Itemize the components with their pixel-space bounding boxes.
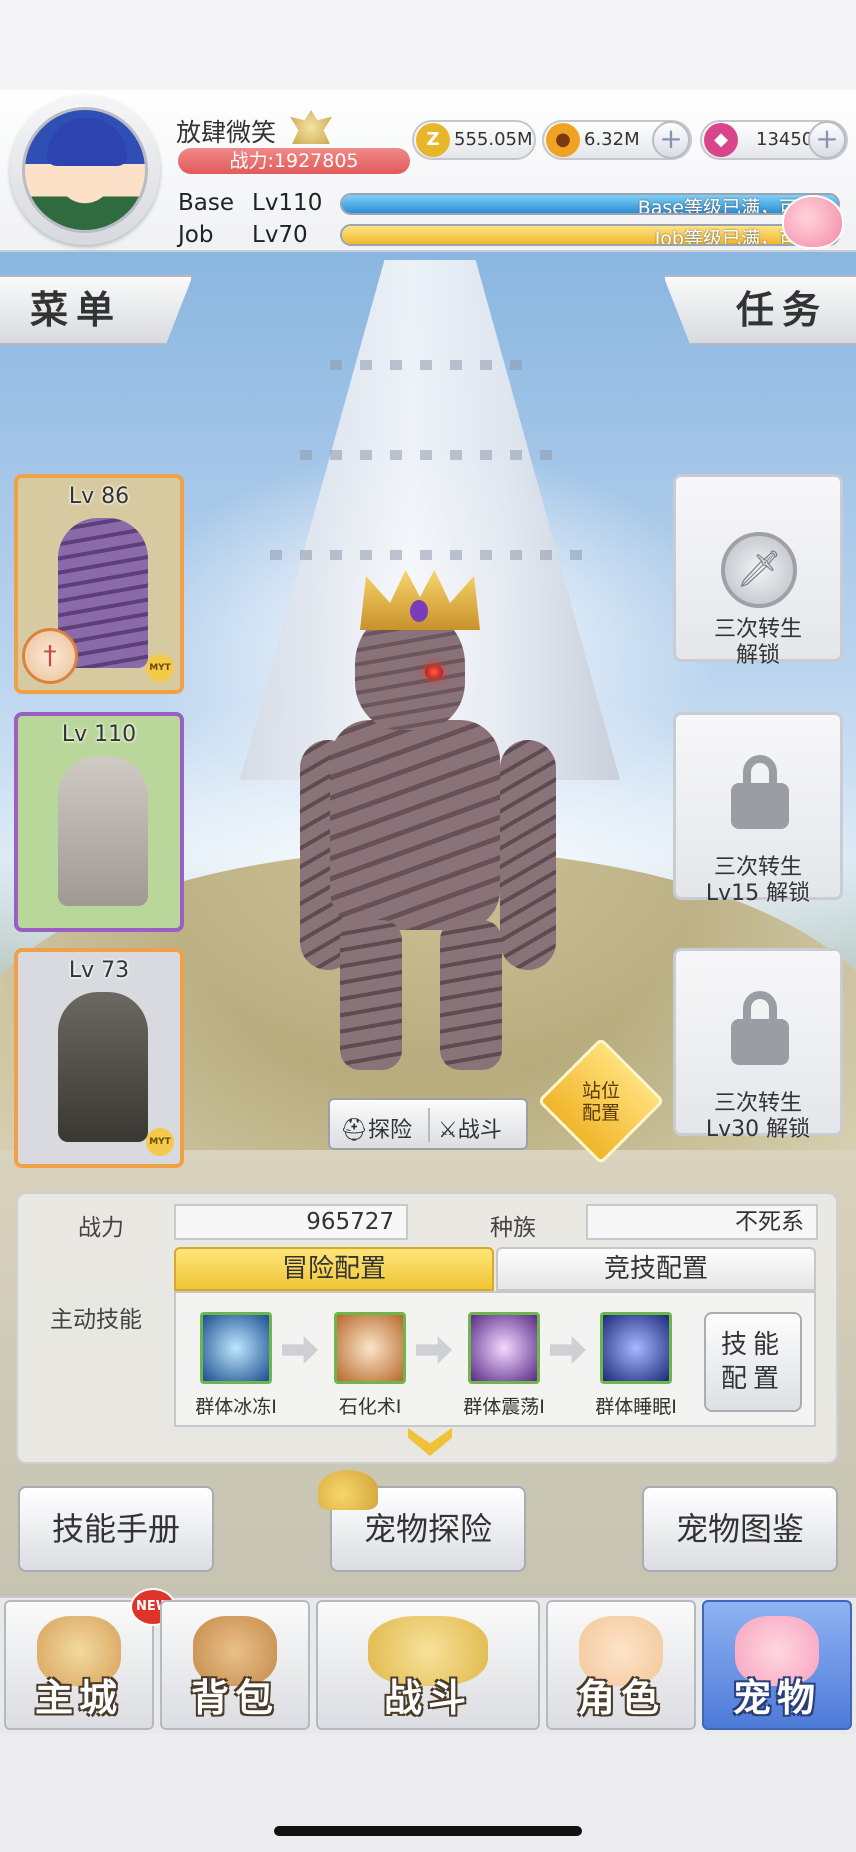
player-power: 战力:1927805: [178, 148, 410, 174]
pet-card-1[interactable]: Lv 86 † MYT: [14, 474, 184, 694]
currency-gold[interactable]: ● 6.32M +: [542, 120, 692, 160]
rebirth-slot-1[interactable]: 🗡 三次转生 解锁: [673, 474, 843, 668]
pet-level: Lv 86: [68, 484, 130, 509]
avatar[interactable]: [22, 107, 148, 233]
rebirth-slot-text: 三次转生 Lv15 解锁: [705, 855, 811, 906]
job-status: Job等级已满，可: [654, 228, 798, 246]
status-bar-area: [0, 0, 856, 90]
myt-badge-icon: MYT: [146, 1128, 174, 1156]
home-indicator[interactable]: [274, 1826, 582, 1836]
job-label: Job: [178, 222, 214, 248]
petrify-skill-icon[interactable]: [334, 1312, 406, 1384]
skill-name: 石化术Ⅰ: [338, 1396, 402, 1418]
sword-icon: 🗡: [721, 532, 797, 608]
glowing-eye: [425, 665, 443, 679]
player-name: 放肆微笑: [176, 118, 277, 147]
tower-windows: [270, 550, 590, 560]
nav-battle[interactable]: 战斗: [316, 1600, 540, 1730]
pet-level: Lv 73: [68, 958, 130, 983]
pet-card-3[interactable]: Lv 73 MYT: [14, 948, 184, 1168]
sword-icon: †: [22, 628, 78, 684]
power-label: 战力: [78, 1215, 124, 1241]
rebirth-slot-text: 三次转生 Lv30 解锁: [705, 1091, 811, 1142]
rebirth-slot-2[interactable]: 三次转生 Lv15 解锁: [673, 712, 843, 906]
lock-icon: [731, 991, 789, 1065]
add-crystal-button[interactable]: +: [808, 121, 846, 159]
explore-toggle[interactable]: ⛑探险: [340, 1112, 412, 1144]
active-skills-label: 主动技能: [50, 1307, 142, 1333]
currency-zeny[interactable]: Z 555.05M: [412, 120, 536, 160]
skill-name: 群体睡眠Ⅰ: [595, 1396, 677, 1418]
race-value: 不死系: [586, 1204, 818, 1240]
nav-main-city[interactable]: 主城: [4, 1600, 154, 1730]
race-label: 种族: [490, 1215, 536, 1241]
nav-pet[interactable]: 宠物: [702, 1600, 852, 1730]
nav-label: 角色: [576, 1676, 665, 1720]
task-tab[interactable]: 任务: [663, 275, 856, 345]
gold-coin-icon: ●: [546, 123, 580, 157]
base-exp-bar: Base等级已满，可: [340, 193, 840, 215]
pet-model[interactable]: [300, 570, 560, 1070]
ice-skill-icon[interactable]: [200, 1312, 272, 1384]
tower-windows: [330, 360, 530, 370]
station-config-label[interactable]: 站位 配置: [566, 1080, 636, 1124]
pet-sprite: [58, 756, 148, 906]
rebirth-slot-3[interactable]: 三次转生 Lv30 解锁: [673, 948, 843, 1142]
winged-hat-icon: [318, 1470, 378, 1510]
pet-sprite: [58, 992, 148, 1142]
skill-name: 群体震荡Ⅰ: [463, 1396, 545, 1418]
nav-label: 主城: [34, 1676, 123, 1720]
pet-guide-button[interactable]: 宠物图鉴: [642, 1486, 838, 1572]
currency-value: 555.05M: [454, 129, 533, 150]
bell-icon: ⛑: [340, 1118, 368, 1143]
base-level: Lv110: [252, 190, 323, 216]
fight-toggle[interactable]: ⚔战斗: [438, 1112, 502, 1144]
menu-tab[interactable]: 菜单: [0, 275, 193, 345]
power-value: 965727: [174, 1204, 408, 1240]
job-level: Lv70: [252, 222, 308, 248]
shock-skill-icon[interactable]: [468, 1312, 540, 1384]
rebirth-slot-text: 三次转生 解锁: [713, 617, 802, 668]
nav-character[interactable]: 角色: [546, 1600, 696, 1730]
currency-crystal[interactable]: ◆ 13450 +: [700, 120, 848, 160]
pet-level: Lv 110: [61, 722, 137, 747]
tab-arena-config[interactable]: 竞技配置: [496, 1247, 816, 1291]
skill-config-button[interactable]: 技能 配置: [704, 1312, 802, 1412]
nav-label: 战斗: [383, 1676, 472, 1720]
tab-adventure-config[interactable]: 冒险配置: [174, 1247, 494, 1291]
sword-icon: ⚔: [438, 1118, 458, 1143]
nav-backpack[interactable]: 背包: [160, 1600, 310, 1730]
myt-badge-icon: MYT: [146, 654, 174, 682]
tower-windows: [300, 450, 560, 460]
sleep-skill-icon[interactable]: [600, 1312, 672, 1384]
lock-icon: [731, 755, 789, 829]
zeny-coin-icon: Z: [416, 123, 450, 157]
nav-label: 背包: [190, 1676, 279, 1720]
currency-value: 13450: [756, 129, 814, 150]
skill-manual-button[interactable]: 技能手册: [18, 1486, 214, 1572]
poring-icon[interactable]: [782, 195, 844, 249]
pink-crystal-icon: ◆: [704, 123, 738, 157]
currency-value: 6.32M: [584, 129, 640, 150]
base-status: Base等级已满，可: [637, 197, 798, 215]
add-gold-button[interactable]: +: [652, 121, 690, 159]
nav-label: 宠物: [732, 1676, 821, 1720]
job-exp-bar: Job等级已满，可: [340, 224, 840, 246]
skill-name: 群体冰冻Ⅰ: [195, 1396, 277, 1418]
base-label: Base: [178, 190, 235, 216]
pet-card-2[interactable]: Lv 110: [14, 712, 184, 932]
mode-toggle: ⛑探险 ⚔战斗: [328, 1098, 528, 1150]
